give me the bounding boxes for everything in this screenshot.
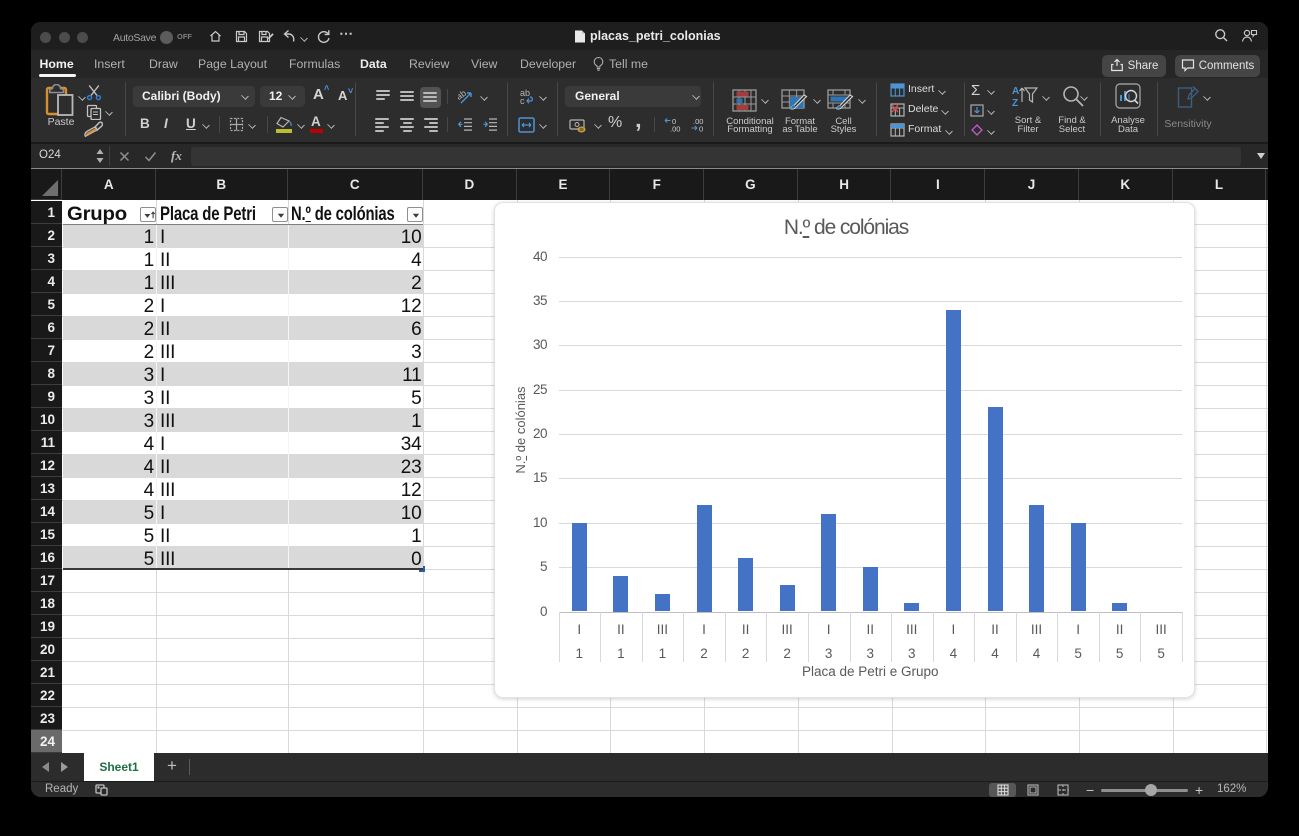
svg-text:0: 0 (699, 125, 703, 133)
svg-text:c: c (520, 96, 525, 105)
svg-text:.00: .00 (670, 125, 680, 133)
svg-text:A: A (1012, 86, 1019, 97)
svg-text:Z: Z (1012, 98, 1018, 108)
